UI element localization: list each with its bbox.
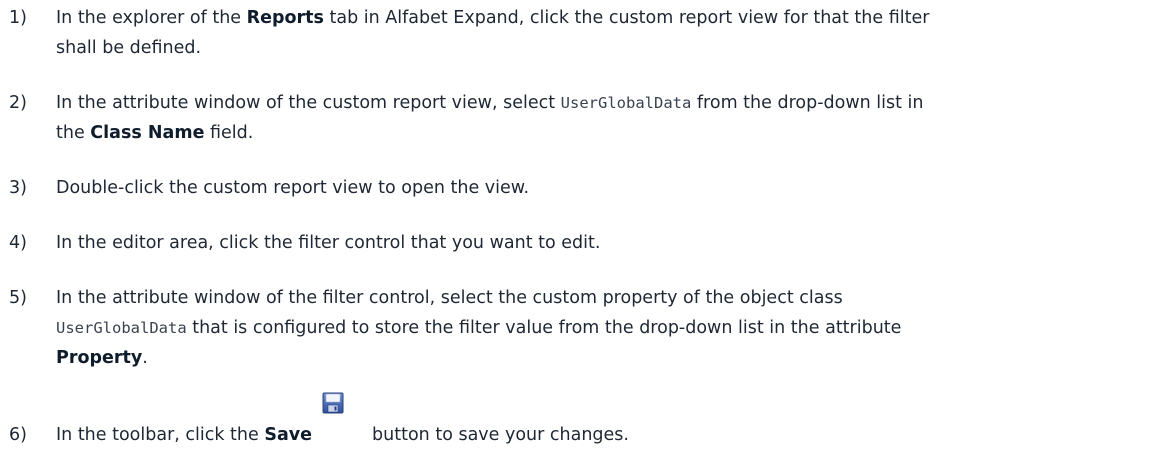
step-line: Property.: [56, 343, 1096, 373]
step-line: UserGlobalData that is configured to sto…: [56, 313, 1096, 343]
step-line: shall be defined.: [56, 38, 202, 58]
text-run: from the drop-down list in: [691, 93, 924, 113]
code-term: UserGlobalData: [560, 94, 692, 112]
bold-term: Reports: [246, 8, 324, 28]
code-term: UserGlobalData: [56, 319, 187, 337]
step-text: In the toolbar, click the Save button to…: [56, 392, 1096, 450]
step-line: In the toolbar, click the Save button to…: [56, 392, 1096, 450]
step-number: 5): [9, 288, 27, 308]
step-line: In the attribute window of the custom re…: [56, 88, 1096, 118]
text-run: field.: [204, 123, 254, 143]
step-number: 3): [9, 178, 27, 198]
step-line: In the editor area, click the filter con…: [56, 233, 601, 253]
step-number: 4): [9, 233, 27, 253]
text-run: that is configured to store the filter v…: [186, 318, 902, 338]
step-number: 2): [9, 93, 27, 113]
bold-term: Class Name: [90, 123, 205, 143]
save-floppy-icon: [322, 392, 354, 450]
text-run: button to save your changes.: [372, 425, 629, 445]
step-line: In the attribute window of the filter co…: [56, 288, 843, 308]
text-run: the: [56, 123, 91, 143]
step-text: In the attribute window of the custom re…: [56, 88, 1096, 148]
text-run: tab in Alfabet Expand, click the custom …: [323, 8, 930, 28]
step-text: Double-click the custom report view to o…: [56, 173, 1096, 203]
step-text: In the attribute window of the filter co…: [56, 283, 1096, 373]
step-text: In the explorer of the Reports tab in Al…: [56, 3, 1096, 63]
step-line: the Class Name field.: [56, 118, 1096, 148]
text-run: In the explorer of the: [56, 8, 247, 28]
step-line: In the explorer of the Reports tab in Al…: [56, 3, 1096, 33]
bold-term: Property: [56, 348, 143, 368]
step-number: 6): [9, 425, 27, 445]
text-run: .: [142, 348, 148, 368]
text-run: In the toolbar, click the: [56, 425, 265, 445]
text-run: In the attribute window of the custom re…: [56, 93, 561, 113]
bold-term: Save: [264, 425, 313, 445]
step-text: In the editor area, click the filter con…: [56, 228, 1096, 258]
step-number: 1): [9, 8, 27, 28]
step-line: Double-click the custom report view to o…: [56, 178, 530, 198]
instruction-document: 1) In the explorer of the Reports tab in…: [0, 0, 1164, 454]
